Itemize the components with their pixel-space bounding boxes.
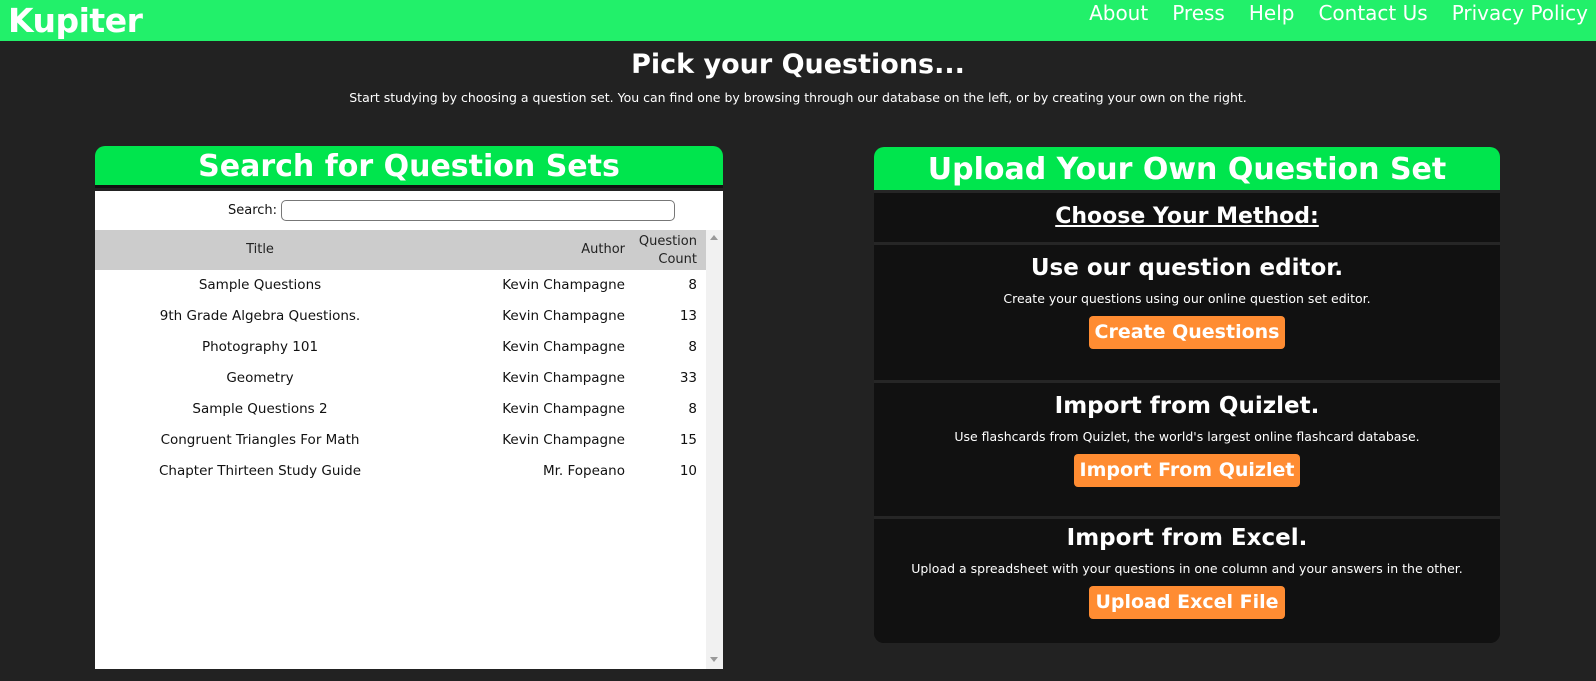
page-subheading: Start studying by choosing a question se… (349, 90, 1247, 105)
row-count: 8 (688, 401, 697, 417)
choose-method-title: Choose Your Method: (1055, 204, 1319, 229)
quizlet-description: Use flashcards from Quizlet, the world's… (954, 429, 1420, 444)
create-questions-button[interactable]: Create Questions (1088, 316, 1286, 349)
table-row[interactable]: Chapter Thirteen Study Guide Mr. Fopeano… (95, 456, 706, 487)
row-title: Congruent Triangles For Math (160, 432, 360, 448)
column-header-count-line1: Question (638, 234, 697, 249)
page-heading: Pick your Questions... (631, 49, 965, 80)
top-bar: Kupiter About Press Help Contact Us Priv… (0, 0, 1596, 41)
nav-contact-us[interactable]: Contact Us (1318, 0, 1427, 26)
upload-panel: Upload Your Own Question Set Choose Your… (874, 147, 1500, 643)
table-row[interactable]: Sample Questions 2 Kevin Champagne 8 (95, 394, 706, 425)
row-author: Mr. Fopeano (542, 463, 625, 479)
column-header-author[interactable]: Author (535, 242, 625, 257)
row-count: 15 (679, 432, 697, 448)
row-title: Sample Questions (198, 277, 322, 293)
nav-help[interactable]: Help (1249, 0, 1295, 26)
editor-title: Use our question editor. (1030, 255, 1344, 281)
search-panel-title: Search for Question Sets (95, 146, 723, 188)
excel-title: Import from Excel. (1066, 525, 1308, 551)
search-label: Search: (228, 203, 278, 218)
column-header-question-count[interactable]: Question Count (631, 233, 697, 269)
quizlet-title: Import from Quizlet. (1054, 393, 1320, 419)
upload-panel-title: Upload Your Own Question Set (874, 147, 1500, 190)
row-author: Kevin Champagne (502, 370, 625, 386)
row-title: Photography 101 (201, 339, 319, 355)
row-author: Kevin Champagne (502, 401, 625, 417)
search-panel: Search for Question Sets Search: Title A… (95, 146, 723, 669)
question-sets-table: Title Author Question Count Sample Quest… (95, 230, 706, 669)
upload-excel-file-button[interactable]: Upload Excel File (1089, 586, 1285, 619)
editor-section: Use our question editor. Create your que… (874, 242, 1500, 380)
row-title: Geometry (226, 370, 294, 386)
table-header: Title Author Question Count (95, 230, 706, 270)
search-row: Search: (95, 198, 723, 224)
scroll-down-arrow-icon[interactable] (710, 657, 718, 662)
nav-privacy-policy[interactable]: Privacy Policy (1452, 0, 1588, 26)
search-input[interactable] (281, 200, 675, 221)
nav-about[interactable]: About (1089, 0, 1148, 26)
row-title: 9th Grade Algebra Questions. (159, 308, 361, 324)
column-header-count-line2: Count (658, 252, 697, 267)
table-scrollbar[interactable] (706, 230, 723, 669)
table-row[interactable]: 9th Grade Algebra Questions. Kevin Champ… (95, 301, 706, 332)
row-count: 8 (688, 277, 697, 293)
excel-section: Import from Excel. Upload a spreadsheet … (874, 516, 1500, 643)
table-row[interactable]: Geometry Kevin Champagne 33 (95, 363, 706, 394)
method-section: Choose Your Method: (874, 190, 1500, 242)
quizlet-section: Import from Quizlet. Use flashcards from… (874, 380, 1500, 516)
import-from-quizlet-button[interactable]: Import From Quizlet (1073, 454, 1301, 487)
brand-logo[interactable]: Kupiter (8, 1, 143, 40)
row-count: 33 (679, 370, 697, 386)
row-count: 8 (688, 339, 697, 355)
editor-description: Create your questions using our online q… (1003, 291, 1371, 306)
row-count: 13 (679, 308, 697, 324)
search-panel-body: Search: Title Author Question Count Samp… (95, 191, 723, 669)
row-title: Sample Questions 2 (192, 401, 328, 417)
table-row[interactable]: Photography 101 Kevin Champagne 8 (95, 332, 706, 363)
excel-description: Upload a spreadsheet with your questions… (911, 561, 1463, 576)
table-row[interactable]: Congruent Triangles For Math Kevin Champ… (95, 425, 706, 456)
nav-press[interactable]: Press (1172, 0, 1225, 26)
row-author: Kevin Champagne (502, 432, 625, 448)
row-count: 10 (679, 463, 697, 479)
row-author: Kevin Champagne (502, 339, 625, 355)
table-row[interactable]: Sample Questions Kevin Champagne 8 (95, 270, 706, 301)
top-nav: About Press Help Contact Us Privacy Poli… (1089, 0, 1588, 26)
column-header-title[interactable]: Title (95, 242, 425, 257)
row-title: Chapter Thirteen Study Guide (158, 463, 362, 479)
scroll-up-arrow-icon[interactable] (710, 235, 718, 240)
row-author: Kevin Champagne (502, 308, 625, 324)
row-author: Kevin Champagne (502, 277, 625, 293)
